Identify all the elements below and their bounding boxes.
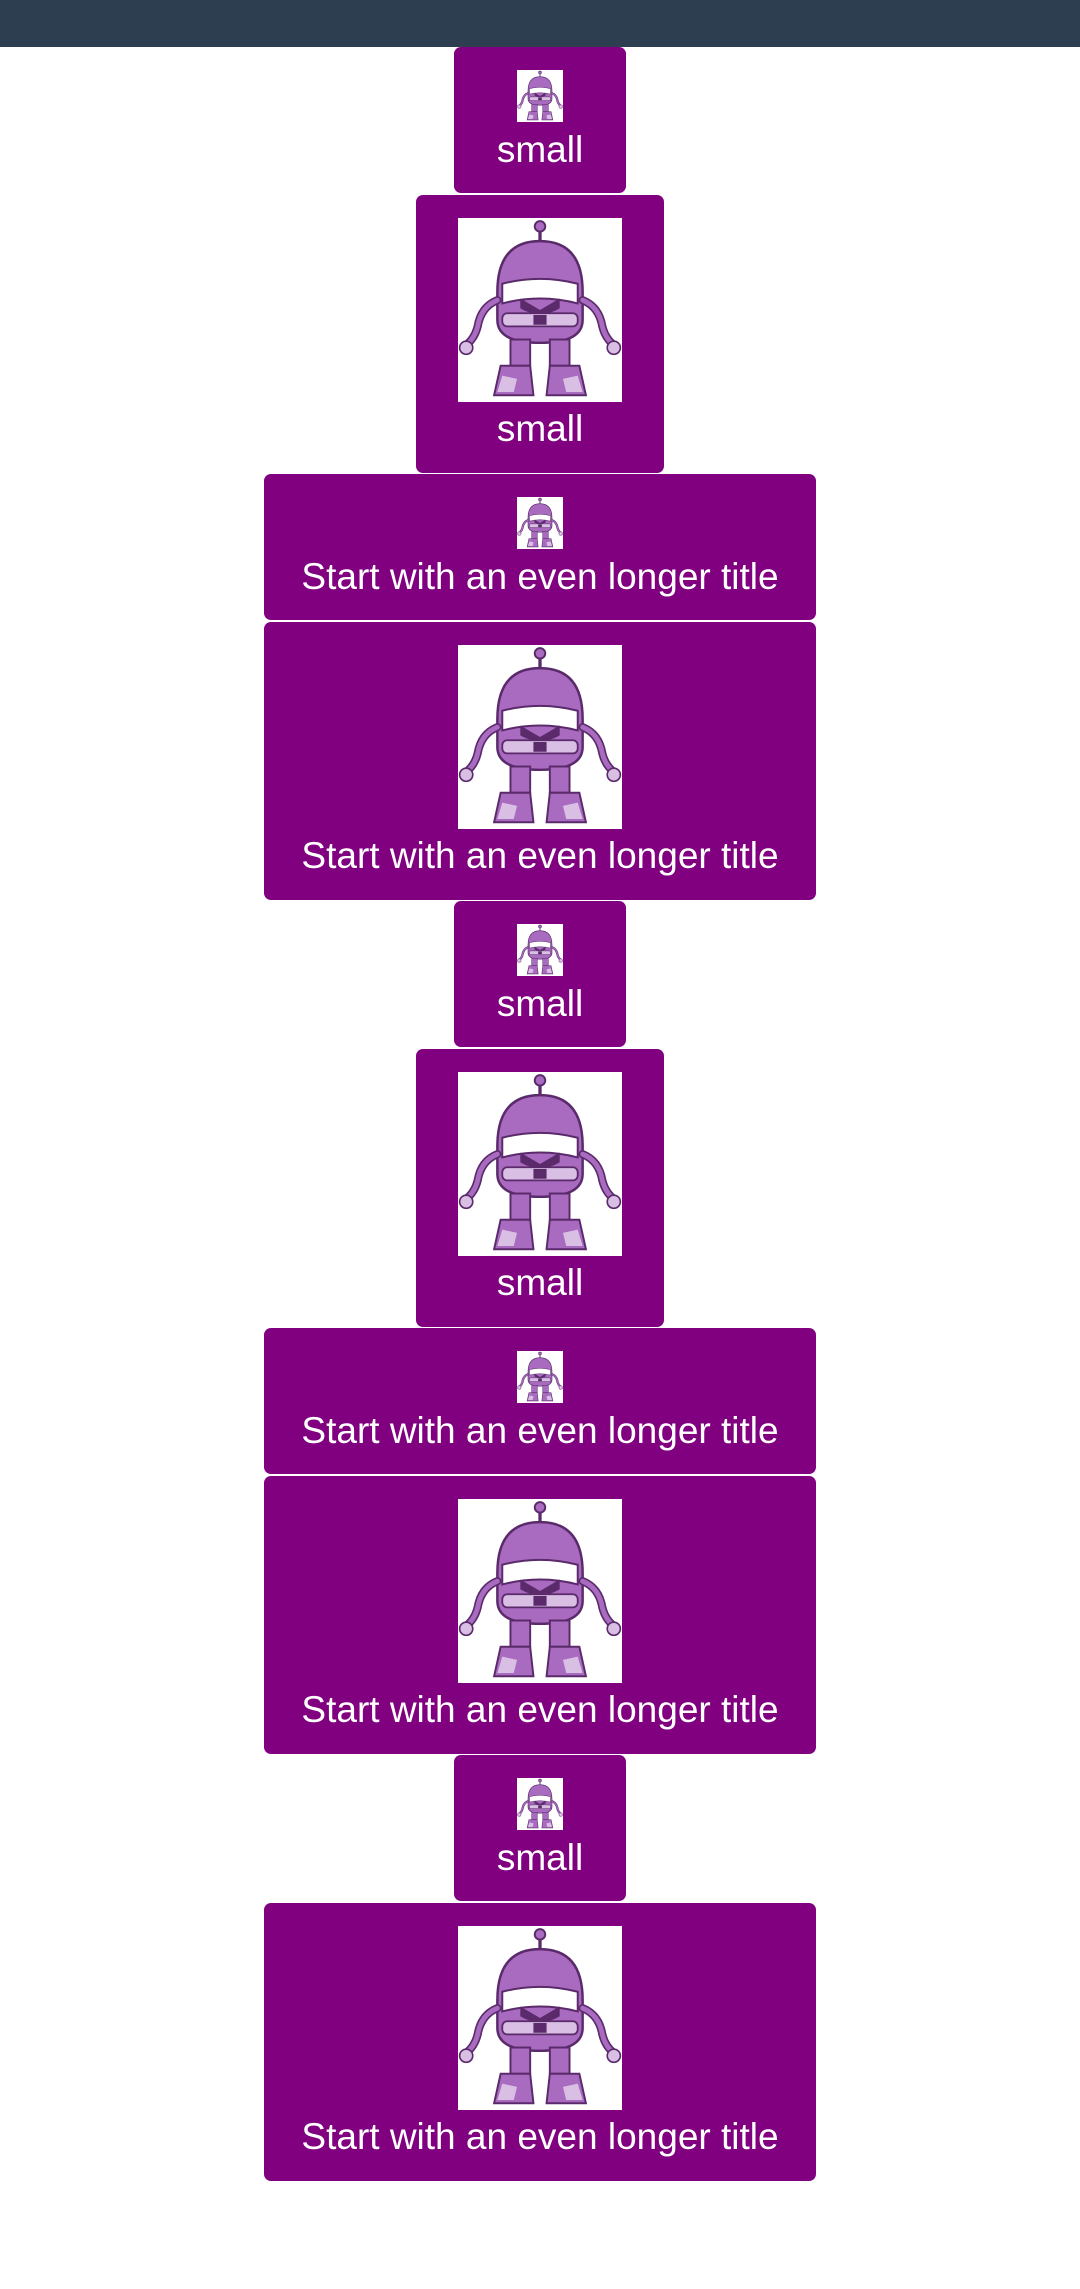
- card-item[interactable]: small: [416, 1049, 664, 1327]
- card-item[interactable]: Start with an even longer title: [264, 1328, 816, 1474]
- robot-icon: [517, 70, 563, 122]
- robot-icon: [458, 1499, 622, 1683]
- card-item[interactable]: small: [454, 1755, 626, 1901]
- robot-icon: [458, 218, 622, 402]
- card-title: Start with an even longer title: [301, 1689, 779, 1730]
- card-title: Start with an even longer title: [301, 835, 779, 876]
- card-item[interactable]: small: [454, 901, 626, 1047]
- card-item[interactable]: small: [416, 195, 664, 473]
- card-title: small: [496, 983, 584, 1024]
- card-title: Start with an even longer title: [301, 556, 779, 597]
- card-item[interactable]: Start with an even longer title: [264, 474, 816, 620]
- robot-icon: [517, 924, 563, 976]
- card-title: small: [496, 1837, 584, 1878]
- robot-icon: [517, 1351, 563, 1403]
- robot-icon: [458, 1072, 622, 1256]
- robot-icon: [458, 645, 622, 829]
- robot-icon: [458, 1926, 622, 2110]
- robot-icon: [517, 1778, 563, 1830]
- card-item[interactable]: Start with an even longer title: [264, 1903, 816, 2181]
- card-item[interactable]: small: [454, 47, 626, 193]
- card-title: small: [496, 408, 584, 449]
- card-item[interactable]: Start with an even longer title: [264, 622, 816, 900]
- robot-icon: [517, 497, 563, 549]
- card-title: Start with an even longer title: [301, 1410, 779, 1451]
- card-title: Start with an even longer title: [301, 2116, 779, 2157]
- card-item[interactable]: Start with an even longer title: [264, 1476, 816, 1754]
- card-title: small: [496, 129, 584, 170]
- card-title: small: [496, 1262, 584, 1303]
- status-bar: [0, 0, 1080, 47]
